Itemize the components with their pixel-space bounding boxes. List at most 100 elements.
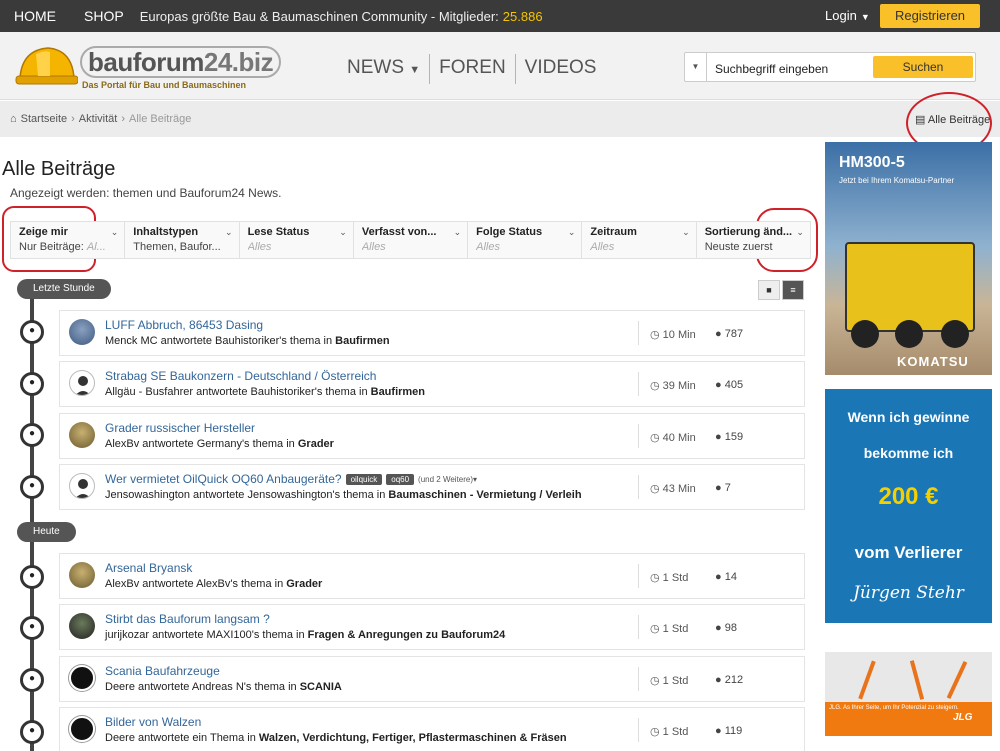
nav-videos[interactable]: VIDEOS	[516, 54, 606, 84]
filter-timeframe[interactable]: Zeitraum Alles ⌄	[582, 222, 697, 258]
comment-icon: ●	[20, 320, 44, 344]
post-time: ◷ 43 Min	[650, 483, 696, 495]
breadcrumb-current: Alle Beiträge	[128, 113, 192, 125]
filter-bar: Zeige mir Nur Beiträge: Al... ⌄ Inhaltst…	[10, 221, 811, 259]
avatar[interactable]	[69, 473, 95, 499]
ad-brand: KOMATSU	[897, 354, 969, 369]
home-link[interactable]: HOME	[0, 8, 70, 24]
forum-link[interactable]: Baufirmen	[335, 335, 389, 347]
divider	[638, 475, 639, 499]
jlg-ad-banner[interactable]: JLG. As Ihrer Seite, um Ihr Potenzial zu…	[825, 652, 992, 736]
list-item: Strabag SE Baukonzern - Deutschland / Ös…	[59, 361, 805, 407]
divider	[638, 718, 639, 742]
avatar[interactable]	[69, 716, 95, 742]
forum-link[interactable]: SCANIA	[300, 681, 342, 693]
square-icon: ■	[766, 285, 772, 295]
avatar[interactable]	[69, 665, 95, 691]
search-scope-dropdown[interactable]: ▼	[685, 53, 707, 81]
reply-count: ● 98	[715, 622, 737, 634]
divider	[638, 564, 639, 588]
view-condensed-toggle[interactable]: ■	[758, 280, 780, 300]
post-title-link[interactable]: Scania Baufahrzeuge	[105, 664, 220, 678]
register-button[interactable]: Registrieren	[880, 4, 980, 28]
post-meta: Jensowashington antwortete Jensowashingt…	[105, 489, 582, 501]
post-title-link[interactable]: Wer vermietet OilQuick OQ60 Anbaugeräte?…	[105, 472, 477, 486]
filter-content-types[interactable]: Inhaltstypen Themen, Baufor... ⌄	[125, 222, 240, 258]
user-silhouette-icon	[75, 376, 91, 395]
post-time: ◷ 1 Std	[650, 675, 689, 687]
komatsu-ad-banner[interactable]: HM300-5 Jetzt bei Ihrem Komatsu-Partner …	[825, 142, 992, 375]
logo-subtitle: Das Portal für Bau und Baumaschinen	[82, 80, 247, 90]
filter-show[interactable]: Zeige mir Nur Beiträge: Al... ⌄	[11, 222, 126, 258]
chevron-down-icon: ⌄	[567, 227, 576, 237]
forum-link[interactable]: Walzen, Verdichtung, Fertiger, Pflasterm…	[259, 732, 567, 744]
breadcrumb: ⌂ Startseite › Aktivität › Alle Beiträge	[10, 113, 191, 125]
breadcrumb-home[interactable]: Startseite	[21, 113, 67, 125]
forum-link[interactable]: Grader	[286, 578, 322, 590]
post-time: ◷ 1 Std	[650, 572, 689, 584]
post-meta: AlexBv antwortete AlexBv's thema in Grad…	[105, 578, 323, 590]
post-meta: Menck MC antwortete Bauhistoriker's them…	[105, 335, 390, 347]
comment-icon: ●	[20, 565, 44, 589]
divider	[638, 667, 639, 691]
breadcrumb-activity[interactable]: Aktivität	[79, 113, 118, 125]
post-meta: Allgäu - Busfahrer antwortete Bauhistori…	[105, 386, 426, 398]
chevron-down-icon: ⌄	[110, 227, 119, 237]
reply-count: ● 7	[715, 482, 731, 494]
search-input[interactable]	[715, 59, 865, 79]
caret-down-icon: ▼	[691, 62, 700, 71]
chevron-down-icon: ⌄	[225, 227, 233, 237]
chevron-down-icon: ⌄	[453, 227, 462, 237]
post-title-link[interactable]: LUFF Abbruch, 86453 Dasing	[105, 318, 263, 332]
comment-icon: ●	[20, 423, 44, 447]
post-title-link[interactable]: Strabag SE Baukonzern - Deutschland / Ös…	[105, 369, 376, 383]
forum-link[interactable]: Grader	[298, 438, 334, 450]
avatar[interactable]	[69, 422, 95, 448]
filter-author[interactable]: Verfasst von... Alles ⌄	[354, 222, 469, 258]
site-logo[interactable]: bauforum24.biz Das Portal für Bau und Ba…	[14, 40, 282, 94]
avatar[interactable]	[69, 613, 95, 639]
post-meta: Deere antwortete Andreas N's thema in SC…	[105, 681, 342, 693]
list-item: Scania Baufahrzeuge Deere antwortete And…	[59, 656, 805, 702]
forum-link[interactable]: Fragen & Anregungen zu Bauforum24	[308, 629, 506, 641]
list-item: LUFF Abbruch, 86453 Dasing Menck MC antw…	[59, 310, 805, 356]
post-meta: Deere antwortete ein Thema in Walzen, Ve…	[105, 732, 567, 744]
filter-read-status[interactable]: Lese Status Alles ⌄	[240, 222, 354, 258]
comment-icon: ●	[715, 725, 722, 737]
clock-icon: ◷	[650, 380, 660, 392]
search-button[interactable]: Suchen	[873, 56, 973, 78]
forum-link[interactable]: Baumaschinen - Vermietung / Verleih	[388, 489, 581, 501]
filter-sort[interactable]: Sortierung änd... Neuste zuerst ⌄	[697, 222, 810, 258]
tag-badge[interactable]: oq60	[386, 474, 415, 486]
home-icon: ⌂	[10, 113, 17, 125]
divider	[638, 372, 639, 396]
reply-count: ● 787	[715, 328, 744, 340]
list-item: Arsenal Bryansk AlexBv antwortete AlexBv…	[59, 553, 805, 599]
nav-forums[interactable]: FOREN	[430, 54, 516, 84]
avatar[interactable]	[69, 562, 95, 588]
filter-follow-status[interactable]: Folge Status Alles ⌄	[468, 222, 583, 258]
post-title-link[interactable]: Stirbt das Bauforum langsam ?	[105, 612, 270, 626]
avatar[interactable]	[69, 319, 95, 345]
clock-icon: ◷	[650, 572, 660, 584]
dump-truck-image	[845, 242, 975, 332]
nav-news[interactable]: NEWS ▼	[338, 54, 431, 84]
forum-link[interactable]: Baufirmen	[371, 386, 425, 398]
post-title-link[interactable]: Grader russischer Hersteller	[105, 421, 255, 435]
tag-badge[interactable]: oilquick	[345, 474, 383, 486]
truck-wheel	[941, 320, 969, 348]
login-label: Login	[825, 8, 857, 23]
clock-icon: ◷	[650, 432, 660, 444]
post-title-link[interactable]: Arsenal Bryansk	[105, 561, 192, 575]
login-dropdown[interactable]: Login ▼	[825, 8, 870, 23]
bet-ad-banner[interactable]: Wenn ich gewinne bekomme ich 200 € vom V…	[825, 389, 992, 623]
avatar[interactable]	[69, 370, 95, 396]
divider	[638, 321, 639, 345]
post-title-link[interactable]: Bilder von Walzen	[105, 715, 201, 729]
more-tags-link[interactable]: (und 2 Weitere)▾	[418, 475, 477, 484]
divider	[638, 615, 639, 639]
comment-icon: ●	[715, 622, 722, 634]
view-expanded-toggle[interactable]: ≡	[782, 280, 804, 300]
shop-link[interactable]: SHOP	[70, 8, 138, 24]
reply-count: ● 405	[715, 379, 744, 391]
